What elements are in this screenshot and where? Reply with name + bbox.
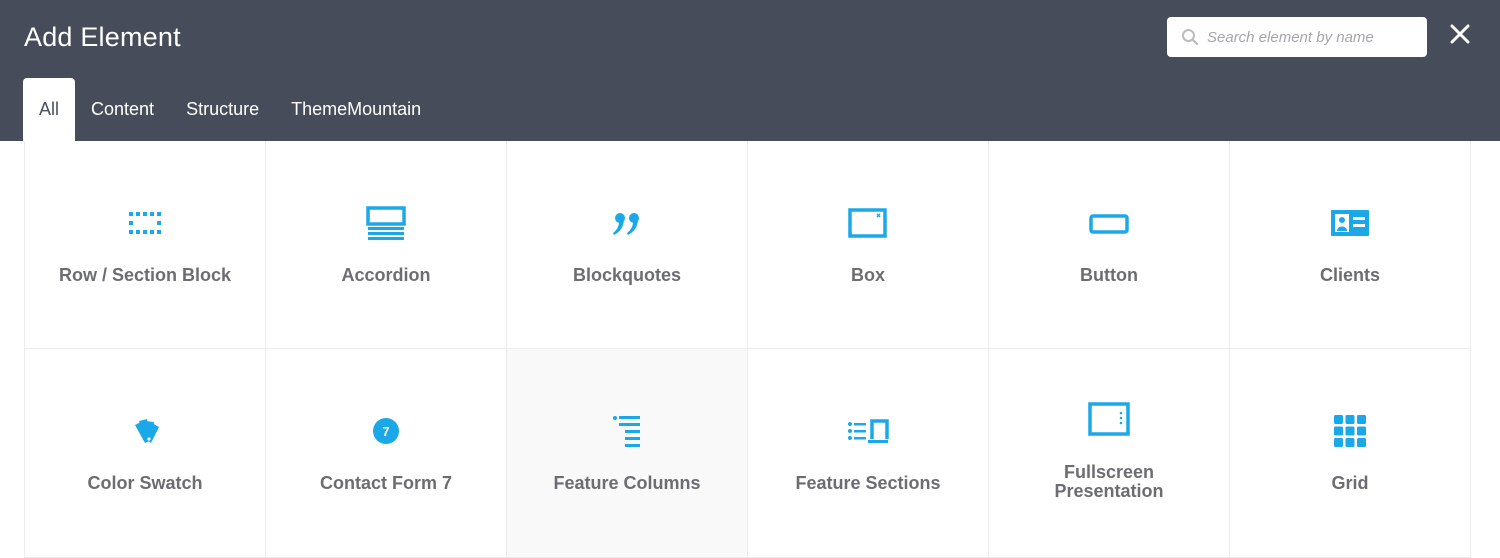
element-fullscreen-presentation[interactable]: Fullscreen Presentation — [989, 349, 1230, 558]
element-contact-form-7[interactable]: 7 Contact Form 7 — [266, 349, 507, 558]
color-swatch-icon — [135, 419, 159, 443]
element-label: Color Swatch — [87, 473, 203, 493]
element-accordion[interactable]: Accordion — [266, 141, 507, 349]
element-label: Contact Form 7 — [319, 473, 452, 493]
contact-form-icon: 7 — [373, 418, 399, 444]
tab-content[interactable]: Content — [75, 78, 170, 141]
grid-icon — [1334, 415, 1366, 447]
search-box[interactable] — [1167, 17, 1427, 57]
element-label: Blockquotes — [572, 265, 682, 285]
close-icon[interactable] — [1448, 22, 1472, 46]
element-row-section-block[interactable]: Row / Section Block — [25, 141, 266, 349]
row-section-icon — [129, 212, 161, 234]
element-label: Feature Sections — [795, 473, 941, 493]
element-feature-sections[interactable]: Feature Sections — [748, 349, 989, 558]
element-label: Feature Columns — [553, 473, 701, 493]
clients-icon — [1331, 210, 1369, 236]
accordion-icon — [366, 206, 406, 240]
element-label: Row / Section Block — [58, 265, 232, 285]
tab-all[interactable]: All — [23, 78, 76, 141]
element-label: Grid — [1331, 473, 1369, 493]
element-label: Box — [850, 265, 885, 285]
feature-columns-icon — [613, 416, 640, 447]
button-icon — [1089, 214, 1129, 234]
element-label: Accordion — [341, 265, 431, 285]
fullscreen-presentation-icon — [1088, 402, 1130, 436]
element-clients[interactable]: Clients — [1230, 141, 1471, 349]
element-feature-columns[interactable]: Feature Columns — [507, 349, 748, 558]
category-tabs: All Content Structure ThemeMountain — [23, 78, 437, 141]
box-icon — [848, 208, 887, 238]
element-color-swatch[interactable]: Color Swatch — [25, 349, 266, 558]
element-button[interactable]: Button — [989, 141, 1230, 349]
quote-icon — [613, 213, 639, 235]
element-grid-item[interactable]: Grid — [1230, 349, 1471, 558]
modal-title: Add Element — [24, 22, 181, 52]
element-box[interactable]: Box — [748, 141, 989, 349]
tab-structure[interactable]: Structure — [170, 78, 275, 141]
element-label: Button — [1080, 265, 1138, 285]
element-label: Fullscreen Presentation — [1054, 462, 1164, 501]
search-icon — [1182, 29, 1199, 46]
element-grid: Row / Section Block Accordion Blockquote… — [24, 141, 1471, 558]
search-input[interactable] — [1207, 17, 1417, 57]
feature-sections-icon — [848, 419, 889, 443]
svg-text:7: 7 — [382, 424, 389, 439]
modal-header: Add Element All Content Structure ThemeM… — [0, 0, 1500, 141]
tab-thememountain[interactable]: ThemeMountain — [275, 78, 437, 141]
element-label: Clients — [1319, 265, 1380, 285]
element-blockquotes[interactable]: Blockquotes — [507, 141, 748, 349]
